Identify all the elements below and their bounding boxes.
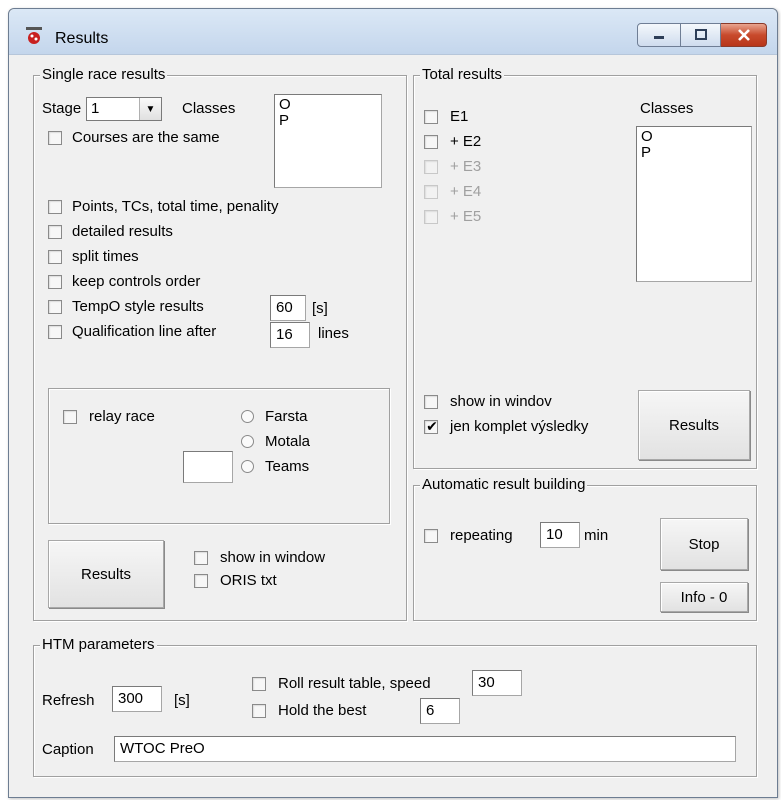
tempo-checkbox[interactable]: [48, 300, 62, 314]
close-icon: [737, 29, 750, 41]
e2-checkbox[interactable]: [424, 135, 438, 149]
single-show-window-label: show in window: [220, 549, 326, 566]
auto-build-caption: Automatic result building: [420, 476, 588, 494]
teams-radio[interactable]: [241, 460, 254, 473]
single-race-group: Single race results Stage 1 ▼ Classes O …: [33, 66, 407, 621]
total-show-window-label: show in windov: [450, 393, 552, 410]
e5-label: + E5: [450, 208, 482, 225]
maximize-button[interactable]: [681, 23, 721, 47]
repeating-label: repeating: [450, 527, 513, 544]
relay-race-label: relay race: [89, 408, 155, 425]
e2-label: + E2: [450, 133, 482, 150]
info-button[interactable]: Info - 0: [660, 582, 748, 612]
motala-radio[interactable]: [241, 435, 254, 448]
caption-label: Caption: [42, 741, 94, 758]
auto-build-group: Automatic result building repeating 10 m…: [413, 476, 757, 621]
app-icon: [26, 27, 42, 44]
repeating-checkbox[interactable]: [424, 529, 438, 543]
minimize-icon: [654, 36, 664, 39]
list-item[interactable]: O: [279, 97, 377, 113]
stage-value: 1: [91, 100, 100, 117]
relay-frame: relay race Farsta Motala Teams: [48, 388, 390, 524]
farsta-label: Farsta: [265, 408, 308, 425]
split-times-checkbox[interactable]: [48, 250, 62, 264]
maximize-icon: [694, 29, 707, 40]
caption-field[interactable]: WTOC PreO: [114, 736, 736, 762]
qualification-checkbox[interactable]: [48, 325, 62, 339]
e3-label: + E3: [450, 158, 482, 175]
refresh-label: Refresh: [42, 692, 95, 709]
total-results-caption: Total results: [420, 66, 505, 84]
relay-race-checkbox[interactable]: [63, 410, 77, 424]
htm-group: HTM parameters Refresh 300 [s] Roll resu…: [33, 636, 757, 777]
single-results-button[interactable]: Results: [48, 540, 164, 608]
e5-checkbox: [424, 210, 438, 224]
detailed-results-checkbox[interactable]: [48, 225, 62, 239]
hold-best-field[interactable]: 6: [420, 698, 460, 724]
hold-best-label: Hold the best: [278, 702, 367, 719]
total-classes-listbox[interactable]: O P: [636, 126, 752, 282]
oris-txt-label: ORIS txt: [220, 572, 277, 589]
total-results-button[interactable]: Results: [638, 390, 750, 460]
keep-controls-order-label: keep controls order: [72, 273, 201, 290]
qualification-label: Qualification line after: [72, 323, 217, 340]
teams-label: Teams: [265, 458, 310, 475]
points-checkbox[interactable]: [48, 200, 62, 214]
total-results-group: Total results E1 + E2 + E3 + E4 + E5 Cla…: [413, 66, 757, 469]
e4-label: + E4: [450, 183, 482, 200]
oris-txt-checkbox[interactable]: [194, 574, 208, 588]
roll-table-label: Roll result table, speed: [278, 675, 431, 692]
caption-buttons: [637, 23, 767, 49]
repeating-minutes-field[interactable]: 10: [540, 522, 580, 548]
keep-controls-order-checkbox[interactable]: [48, 275, 62, 289]
roll-table-checkbox[interactable]: [252, 677, 266, 691]
results-window: Results Single race results Stage 1 ▼ Cl…: [8, 8, 778, 798]
repeating-unit: min: [584, 527, 609, 544]
classes-label: Classes: [182, 100, 236, 117]
refresh-unit: [s]: [174, 692, 190, 709]
qualification-unit: lines: [318, 325, 349, 342]
total-show-window-checkbox[interactable]: [424, 395, 438, 409]
hold-best-checkbox[interactable]: [252, 704, 266, 718]
qualification-lines-field[interactable]: 16: [270, 322, 310, 348]
complete-only-label: jen komplet výsledky: [450, 418, 589, 435]
list-item[interactable]: P: [279, 113, 377, 129]
total-classes-label: Classes: [640, 100, 694, 117]
e1-label: E1: [450, 108, 469, 125]
dialog-client: Single race results Stage 1 ▼ Classes O …: [9, 55, 777, 797]
tempo-seconds-field[interactable]: 60: [270, 295, 306, 321]
motala-label: Motala: [265, 433, 311, 450]
classes-listbox[interactable]: O P: [274, 94, 382, 188]
list-item[interactable]: P: [641, 145, 747, 161]
tempo-label: TempO style results: [72, 298, 204, 315]
title-bar[interactable]: Results: [9, 9, 777, 55]
single-race-caption: Single race results: [40, 66, 168, 84]
stage-select[interactable]: 1 ▼: [86, 97, 162, 121]
roll-speed-field[interactable]: 30: [472, 670, 522, 696]
points-label: Points, TCs, total time, penality: [72, 198, 279, 215]
htm-caption: HTM parameters: [40, 636, 157, 654]
farsta-radio[interactable]: [241, 410, 254, 423]
refresh-field[interactable]: 300: [112, 686, 162, 712]
e4-checkbox: [424, 185, 438, 199]
e1-checkbox[interactable]: [424, 110, 438, 124]
complete-only-checkbox[interactable]: ✔: [424, 419, 438, 435]
stage-label: Stage: [42, 100, 82, 117]
close-button[interactable]: [721, 23, 767, 47]
minimize-button[interactable]: [637, 23, 681, 47]
list-item[interactable]: O: [641, 129, 747, 145]
e3-checkbox: [424, 160, 438, 174]
single-show-window-checkbox[interactable]: [194, 551, 208, 565]
stop-button[interactable]: Stop: [660, 518, 748, 570]
courses-same-checkbox[interactable]: [48, 131, 62, 145]
window-title: Results: [55, 30, 109, 47]
teams-count-field[interactable]: [183, 451, 233, 483]
courses-same-label: Courses are the same: [72, 129, 220, 146]
detailed-results-label: detailed results: [72, 223, 173, 240]
checkmark-icon: ✔: [426, 419, 438, 435]
chevron-down-icon[interactable]: ▼: [139, 98, 161, 120]
tempo-unit: [s]: [312, 300, 328, 317]
split-times-label: split times: [72, 248, 139, 265]
